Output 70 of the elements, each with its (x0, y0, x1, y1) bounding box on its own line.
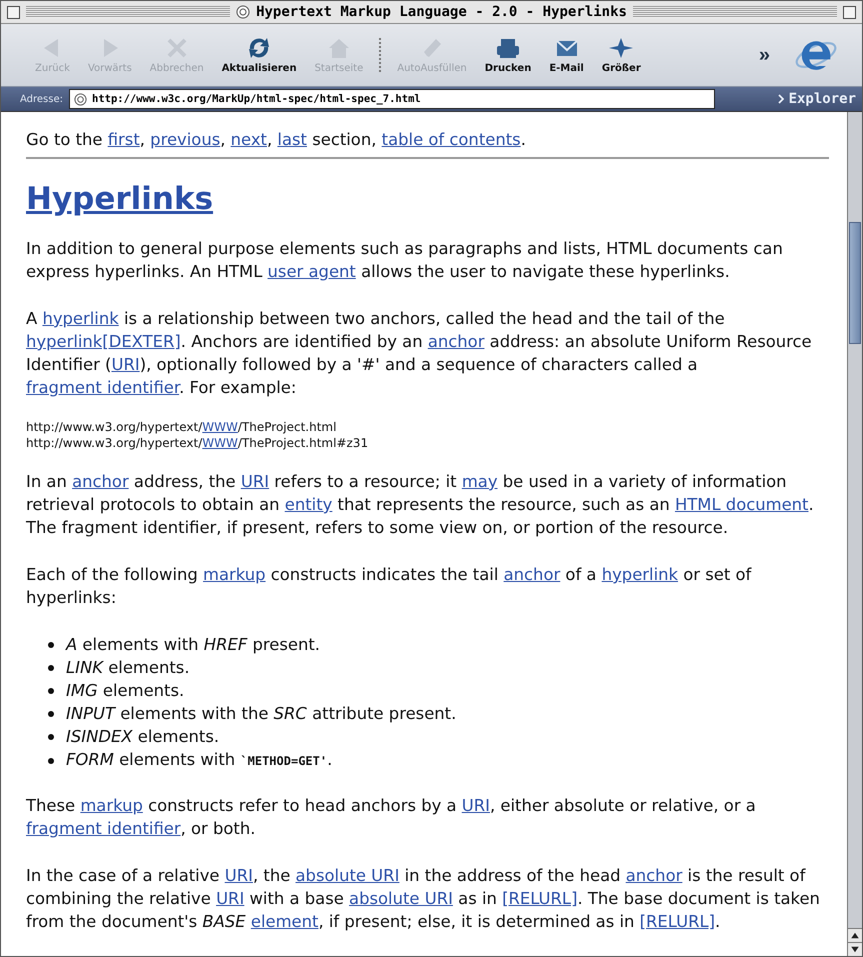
link[interactable]: entity (284, 495, 332, 514)
link[interactable]: absolute URI (349, 889, 453, 908)
bullet-icon (48, 710, 54, 716)
link[interactable]: fragment identifier (26, 378, 180, 397)
link[interactable]: next (230, 130, 267, 149)
bullet-icon (48, 758, 54, 764)
link[interactable]: URI (224, 866, 253, 885)
list-item: ISINDEX elements. (66, 726, 220, 748)
link[interactable]: URI (216, 889, 244, 908)
link[interactable]: URI (462, 796, 490, 815)
bullet-icon (48, 734, 54, 740)
bullet-icon (48, 664, 54, 670)
bullet-icon (48, 642, 54, 648)
link[interactable]: table of contents (382, 130, 521, 149)
link[interactable]: [RELURL] (640, 912, 715, 931)
list-item: LINK elements. (66, 657, 190, 679)
link[interactable]: markup (80, 796, 143, 815)
list-item: IMG elements. (66, 680, 184, 702)
list-item: A elements with HREF present. (66, 634, 320, 656)
link[interactable]: hyperlink (42, 309, 119, 328)
toolbar-button[interactable]: E-Mail (543, 36, 590, 74)
paragraph: In the case of a relative URI, the absolute URI in the address of the head anchor is the result of combining the relative URI with a base absolute URI as in [RELURL]. The base document is taken from the document's BASE element, if present; else, it is determined as in [RELURL]. (26, 865, 821, 933)
collapse-box[interactable] (843, 6, 856, 18)
link[interactable]: may (462, 472, 498, 491)
paragraph: In addition to general purpose elements such as paragraphs and lists, HTML documents can express hyperlinks. An HTML user agent allows the user to navigate these hyperlinks. (26, 238, 784, 283)
link[interactable]: absolute URI (296, 866, 400, 885)
link[interactable]: fragment identifier (26, 819, 181, 838)
paragraph: These markup constructs refer to head anchors by a URI, either absolute or relative, or a fragment identifier, or both. (26, 795, 757, 840)
link[interactable]: [RELURL] (502, 889, 578, 908)
link[interactable]: hyperlink (602, 565, 678, 584)
link[interactable]: markup (203, 565, 266, 584)
window-title: Hypertext Markup Language - 2.0 - Hyperlinks (256, 4, 627, 20)
address-field[interactable]: http://www.w3c.org/MarkUp/html-spec/html-spec_7.html (69, 89, 715, 109)
scroll-thumb[interactable] (849, 222, 861, 344)
link[interactable]: anchor (428, 332, 484, 351)
explorer-tab[interactable]: Explorer (772, 90, 862, 108)
link[interactable]: WWW (202, 420, 238, 434)
link[interactable]: first (108, 130, 140, 149)
link[interactable]: URI (111, 355, 140, 374)
link[interactable]: anchor (626, 866, 682, 885)
paragraph: Each of the following markup constructs indicates the tail anchor of a hyperlink or set of hyperlinks: (26, 564, 753, 609)
navigation-sentence: Go to the first, previous, next, last section, table of contents. (26, 129, 527, 151)
link[interactable]: HTML document (674, 495, 808, 514)
link[interactable]: anchor (504, 565, 560, 584)
globe-icon (74, 92, 87, 106)
link[interactable]: last (277, 130, 307, 149)
link[interactable]: URI (240, 472, 270, 491)
paragraph: A hyperlink is a relationship between two anchors, called the head and the tail of the hyperlink[DEXTER]. Anchors are identified by an anchor address: an absolute Uniform Resource Identifier (URI), optionally followed by a '#' and a sequence of characters called a fragment identifier. For example: (26, 308, 813, 399)
link[interactable]: hyperlink[DEXTER] (26, 332, 181, 351)
address-label: Adresse: (19, 94, 63, 104)
list-item: FORM elements with `METHOD=GET'. (66, 749, 332, 771)
list-item: INPUT elements with the SRC attribute present. (66, 703, 456, 725)
link[interactable]: WWW (202, 436, 238, 450)
link[interactable]: anchor (72, 472, 129, 491)
heading[interactable]: Hyperlinks (26, 181, 214, 217)
more-button[interactable]: » (752, 42, 776, 68)
example-url: http://www.w3.org/hypertext/WWW/TheProject.html (26, 419, 338, 435)
chevron-icon (778, 94, 784, 104)
toolbar-button[interactable]: Größer (596, 36, 647, 74)
link[interactable]: previous (150, 130, 220, 149)
bullet-icon (48, 688, 54, 694)
example-url: http://www.w3.org/hypertext/WWW/TheProject.html#z31 (26, 435, 370, 451)
close-box[interactable] (7, 6, 20, 18)
link[interactable]: user agent (268, 262, 356, 281)
scrollbar[interactable] (847, 112, 862, 956)
toolbar-button[interactable]: Drucken (478, 36, 538, 74)
globe-icon (236, 5, 250, 19)
toolbar-button[interactable]: Aktualisieren (216, 36, 303, 74)
paragraph: In an anchor address, the URI refers to a resource; it may be used in a variety of information retrieval protocols to obtain an entity that represents the resource, such as an HTML document. The fragment identifier, if present, refers to some view on, or portion of the resource. (26, 471, 815, 539)
link[interactable]: element (250, 912, 318, 931)
